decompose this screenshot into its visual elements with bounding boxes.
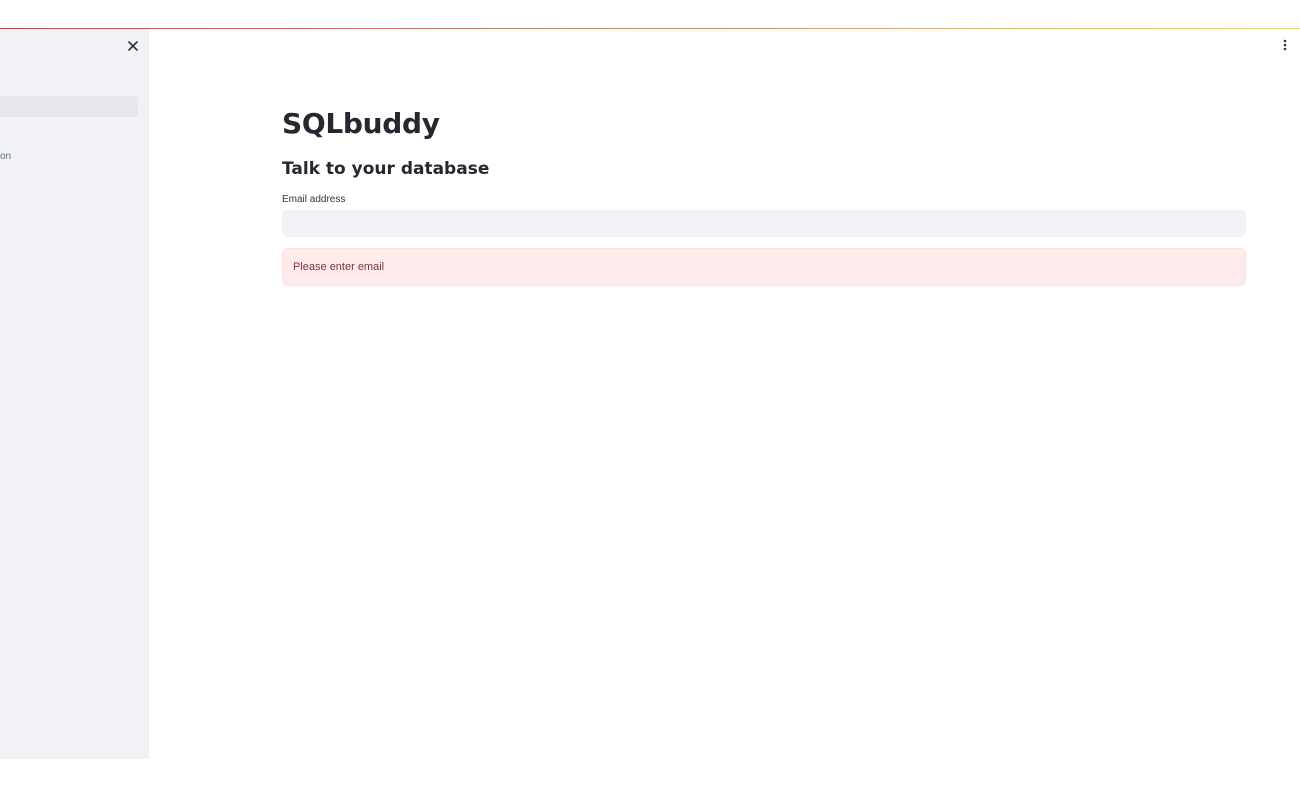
sidebar-nav-item[interactable]: on [0,148,140,166]
main-content: SQLbuddy Talk to your database Email add… [282,100,1246,286]
more-vertical-icon [1283,39,1287,51]
close-icon [128,41,138,51]
sidebar-nav-item-active[interactable] [0,96,138,117]
error-alert: Please enter email [282,248,1246,286]
sidebar-nav-item-label: on [0,151,12,162]
email-label: Email address [282,194,346,205]
top-decoration-bar [0,28,1300,29]
sidebar: on [0,29,149,759]
error-message: Please enter email [293,261,385,273]
email-input[interactable] [282,210,1246,237]
sidebar-close-button[interactable] [124,37,142,55]
main-menu-button[interactable] [1276,36,1294,54]
page-title: SQLbuddy [282,107,440,140]
page-subtitle: Talk to your database [282,159,490,179]
